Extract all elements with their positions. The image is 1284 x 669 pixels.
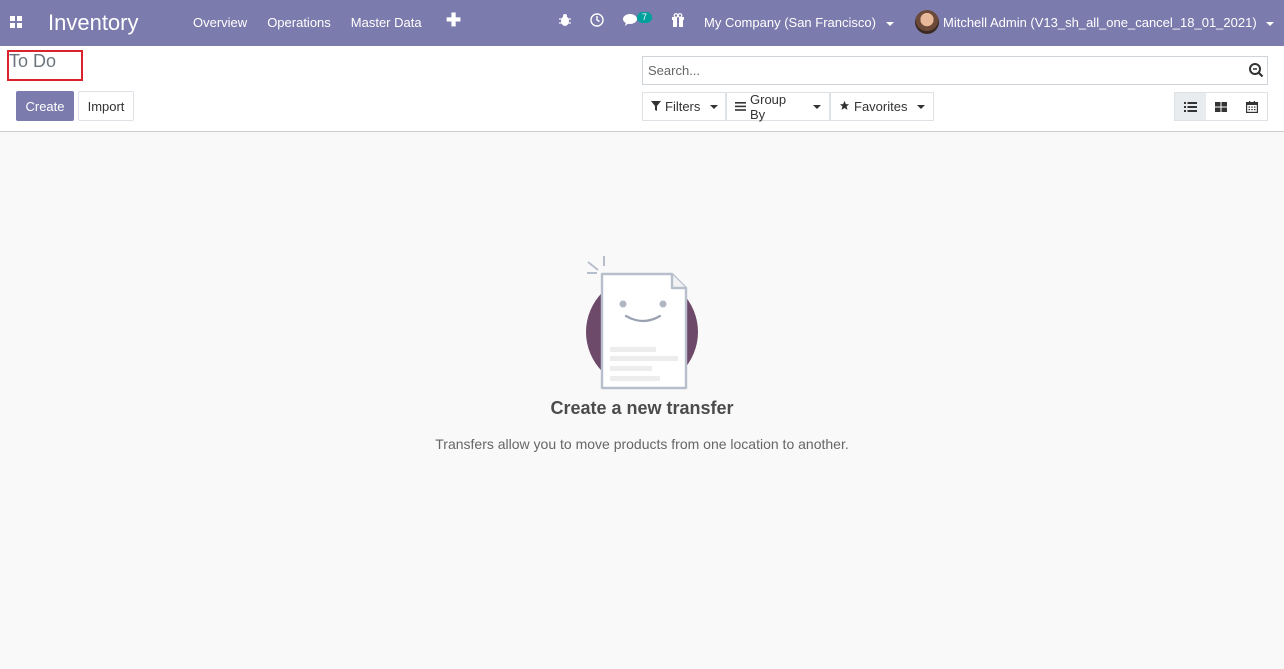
view-switcher: [1174, 92, 1268, 121]
search-box: [642, 56, 1268, 85]
empty-state-description: Transfers allow you to move products fro…: [435, 436, 849, 452]
menu-overview[interactable]: Overview: [193, 15, 247, 30]
activity-clock-icon[interactable]: [590, 13, 604, 30]
company-switcher[interactable]: My Company (San Francisco): [704, 15, 894, 30]
favorites-dropdown[interactable]: Favorites: [830, 92, 934, 121]
user-name: Mitchell Admin (V13_sh_all_one_cancel_18…: [943, 15, 1257, 30]
chevron-down-icon: [1266, 21, 1275, 26]
smiling-document-illustration-icon: [586, 256, 698, 390]
search-icon[interactable]: [1248, 62, 1264, 78]
more-menu-plus-icon[interactable]: ✚: [446, 10, 461, 31]
empty-state: Create a new transfer Transfers allow yo…: [0, 132, 1284, 669]
chevron-down-icon: [710, 104, 719, 109]
main-menu: Overview Operations Master Data: [193, 15, 422, 30]
debug-bug-icon[interactable]: [559, 13, 571, 30]
filter-icon: [651, 99, 661, 114]
group-by-label: Group By: [750, 91, 787, 122]
import-button[interactable]: Import: [78, 91, 134, 121]
chevron-down-icon: [885, 21, 894, 26]
star-icon: [839, 99, 850, 114]
control-panel: To Do Create Import Filters Group By Fav…: [0, 46, 1284, 132]
empty-state-title: Create a new transfer: [550, 398, 734, 418]
filters-dropdown[interactable]: Filters: [642, 92, 726, 121]
messages-count-badge: 7: [637, 12, 652, 23]
list-view-icon[interactable]: [1175, 93, 1206, 120]
menu-operations[interactable]: Operations: [267, 15, 331, 30]
calendar-view-icon[interactable]: [1236, 93, 1267, 120]
create-button[interactable]: Create: [16, 91, 74, 121]
kanban-view-icon[interactable]: [1206, 93, 1237, 120]
filters-label: Filters: [665, 99, 701, 114]
gift-icon[interactable]: [671, 13, 685, 30]
menu-master-data[interactable]: Master Data: [351, 15, 422, 30]
breadcrumb: To Do: [9, 51, 57, 71]
app-title[interactable]: Inventory: [48, 10, 139, 36]
company-name: My Company (San Francisco): [704, 15, 876, 30]
group-by-dropdown[interactable]: Group By: [726, 91, 830, 122]
chevron-down-icon: [917, 104, 926, 109]
avatar[interactable]: [915, 10, 939, 34]
apps-menu-icon[interactable]: [10, 16, 22, 28]
top-navbar: Inventory Overview Operations Master Dat…: [0, 0, 1284, 46]
search-input[interactable]: [648, 57, 1238, 84]
bars-icon: [735, 99, 746, 114]
favorites-label: Favorites: [854, 99, 908, 114]
chevron-down-icon: [813, 104, 821, 109]
user-menu[interactable]: Mitchell Admin (V13_sh_all_one_cancel_18…: [943, 15, 1275, 30]
